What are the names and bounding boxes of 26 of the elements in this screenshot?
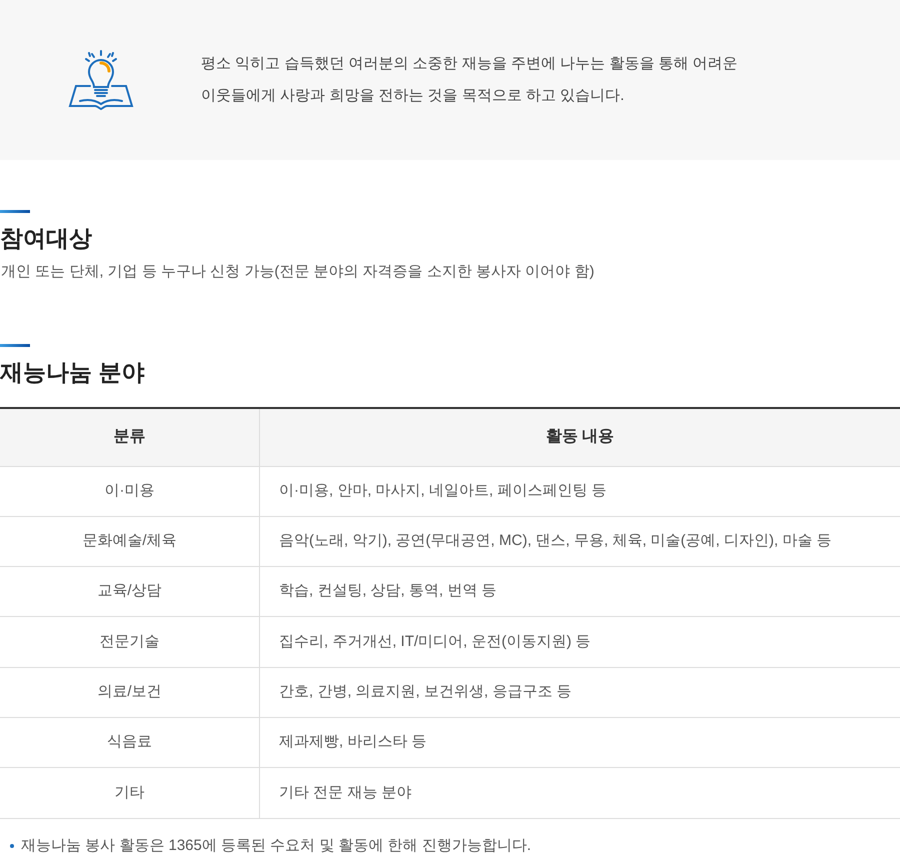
- table-cell-text: 집수리, 주거개선, IT/미디어, 운전(이동지원) 등: [278, 632, 592, 652]
- table-cell-text: 학습, 컨설팅, 상담, 통역, 번역 등: [278, 581, 498, 602]
- table-cell: 식음료: [0, 718, 260, 768]
- table-cell: 이·미용: [0, 466, 260, 516]
- section-title: 재능나눔 분야: [0, 358, 146, 386]
- table-cell: 문화예술/체육: [0, 516, 260, 566]
- bullet-icon: [10, 844, 14, 848]
- intro-text: 평소 익히고 습득했던 여러분의 소중한 재능을 주변에 나누는 활동을 통해 어려운: [201, 54, 738, 74]
- section-text: 개인 또는 단체, 기업 등 누구나 신청 가능(전문 분야의 자격증을 소지한 봉사자 이어야 함): [0, 262, 596, 282]
- table-cell: 교육/상담: [0, 567, 260, 616]
- section-title: 참여대상: [0, 224, 93, 253]
- table-cell-text: 간호, 간병, 의료지원, 보건위생, 응급구조 등: [278, 682, 573, 702]
- column-header: 활동 내용: [544, 427, 616, 447]
- lightbulb-book-icon: [68, 49, 134, 111]
- intro-text: 이웃들에게 사랑과 희망을 전하는 것을 목적으로 하고 있습니다.: [201, 86, 626, 106]
- heading-accent-bar: [0, 210, 30, 213]
- table-cell-text: 제과제빵, 바리스타 등: [278, 732, 428, 752]
- table-cell-text: 이·미용, 안마, 마사지, 네일아트, 페이스페인팅 등: [278, 480, 608, 501]
- table-cell-text: 음악(노래, 악기), 공연(무대공연, MC), 댄스, 무용, 체육, 미술(공예, 디자인), 마술 등: [278, 531, 832, 552]
- table-cell: 기타: [0, 768, 260, 818]
- table-cell: 의료/보건: [0, 668, 260, 717]
- table-cell: 전문기술: [0, 617, 260, 667]
- table-cell-text: 기타 전문 재능 분야: [278, 782, 413, 803]
- heading-accent-bar: [0, 344, 30, 346]
- column-header: 분류: [0, 408, 260, 466]
- note-text: 재능나눔 봉사 활동은 1365에 등록된 수요처 및 활동에 한해 진행가능합니다.: [21, 836, 532, 854]
